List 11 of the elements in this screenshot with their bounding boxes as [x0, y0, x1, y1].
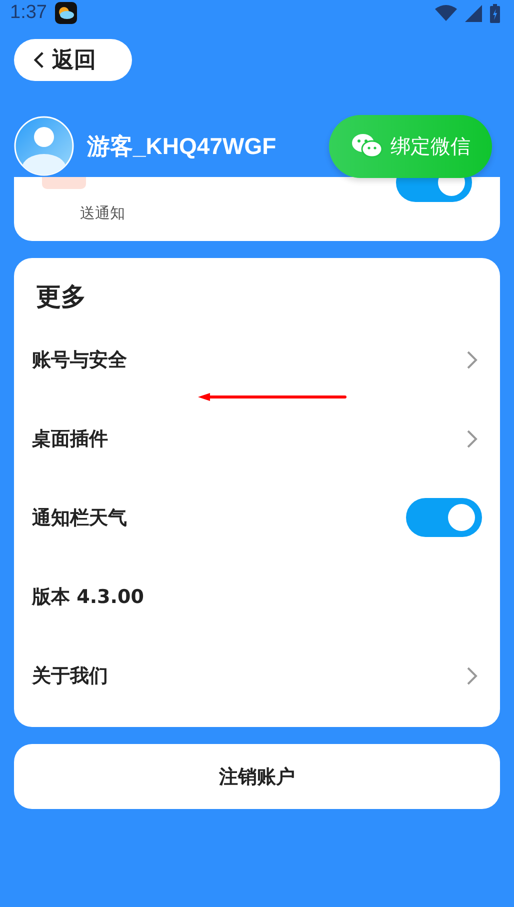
- section-title: 更多: [35, 281, 87, 313]
- delete-account-button[interactable]: 注销账户: [14, 744, 500, 809]
- setting-label: 版本 4.3.00: [32, 584, 144, 610]
- setting-label: 桌面插件: [32, 426, 108, 452]
- setting-label: 账号与安全: [32, 348, 127, 372]
- setting-label: 关于我们: [32, 664, 108, 688]
- setting-label: 通知栏天气: [32, 506, 127, 530]
- status-time: 1:37: [10, 2, 47, 24]
- back-button[interactable]: 返回: [14, 39, 132, 81]
- user-name: 游客_KHQ47WGF: [87, 132, 278, 160]
- alert-description: 送通知: [80, 204, 125, 223]
